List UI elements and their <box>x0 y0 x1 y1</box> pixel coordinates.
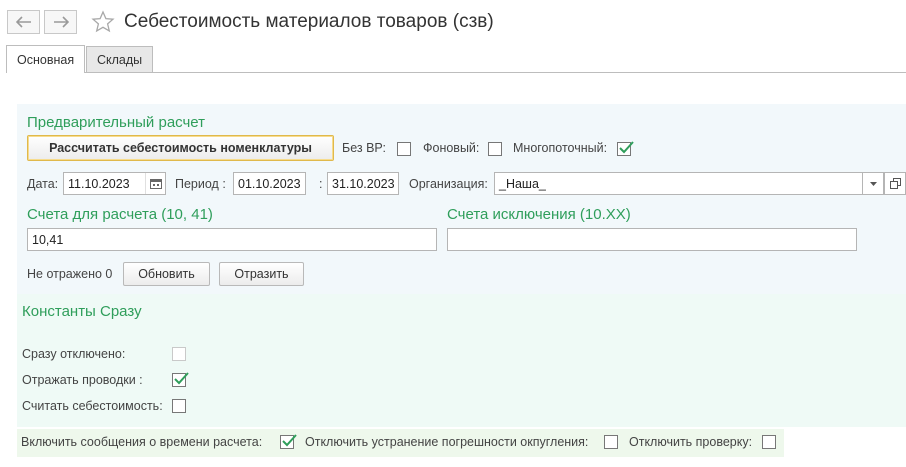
chevron-down-icon <box>869 181 877 186</box>
disable-check-checkbox[interactable] <box>762 435 776 449</box>
page-title: Себестоимость материалов товаров (сзв) <box>124 11 494 32</box>
calendar-icon[interactable] <box>145 173 165 194</box>
organization-field[interactable]: _Наша_ <box>494 172 863 195</box>
messages-checkbox[interactable] <box>280 434 297 449</box>
calc-cost-button[interactable]: Рассчитать себестоимость номенклатуры <box>27 135 334 161</box>
exclusions-input[interactable] <box>447 228 857 251</box>
multithread-label: Многопоточный: <box>513 141 608 155</box>
arrow-right-icon <box>53 16 69 28</box>
multithread-checkbox[interactable] <box>617 141 634 156</box>
prelim-calc-title: Предварительный расчет <box>27 114 206 131</box>
reflect-button[interactable]: Отразить <box>219 262 304 286</box>
calculate-cost-label: Считать себестоимость: <box>22 399 163 413</box>
exclusions-title: Счета исключения (10.ХХ) <box>447 206 631 223</box>
period-from-field[interactable]: 01.10.2023 <box>233 172 306 195</box>
date-field[interactable]: 11.10.2023 <box>63 172 166 195</box>
date-value: 11.10.2023 <box>68 176 130 191</box>
checkmark-icon <box>282 434 297 447</box>
immediate-disabled-checkbox[interactable] <box>172 347 186 361</box>
period-from-value: 01.10.2023 <box>238 176 301 191</box>
arrow-left-icon <box>15 16 31 28</box>
rounding-checkbox[interactable] <box>604 435 618 449</box>
immediate-disabled-label: Сразу отключено: <box>22 347 126 361</box>
background-checkbox[interactable] <box>488 142 502 156</box>
organization-label: Организация: <box>409 177 488 191</box>
messages-label: Включить сообщения о времени расчета: <box>21 435 263 449</box>
back-button[interactable] <box>7 10 40 34</box>
constants-title: Константы Сразу <box>22 303 142 320</box>
date-label: Дата: <box>27 177 59 191</box>
background-label: Фоновый: <box>423 141 480 155</box>
period-to-value: 31.10.2023 <box>332 176 395 191</box>
disable-check-label: Отключить проверку: <box>629 435 753 449</box>
rounding-label: Отключить устранение погрешности окпугле… <box>305 435 589 449</box>
checkmark-icon <box>619 141 634 154</box>
favorite-star-icon[interactable] <box>91 10 115 37</box>
calculate-cost-checkbox[interactable] <box>172 399 186 413</box>
no-vr-checkbox[interactable] <box>397 142 411 156</box>
period-separator: : <box>319 177 323 191</box>
period-to-field[interactable]: 31.10.2023 <box>327 172 399 195</box>
reflect-postings-checkbox[interactable] <box>172 372 189 387</box>
accounts-input[interactable]: 10,41 <box>27 228 437 251</box>
accounts-value: 10,41 <box>32 232 64 247</box>
reflect-postings-label: Отражать проводки : <box>22 373 143 387</box>
tab-main[interactable]: Основная <box>6 45 86 73</box>
organization-value: _Наша_ <box>499 176 546 191</box>
checkmark-icon <box>174 372 189 385</box>
period-label: Период : <box>175 177 226 191</box>
not-reflected-status: Не отражено 0 <box>27 267 113 281</box>
organization-dropdown-button[interactable] <box>862 172 884 195</box>
forward-button[interactable] <box>44 10 77 34</box>
refresh-button[interactable]: Обновить <box>123 262 210 286</box>
accounts-title: Счета для расчета (10, 41) <box>27 206 213 223</box>
no-vr-label: Без ВР: <box>342 141 386 155</box>
organization-open-button[interactable] <box>884 172 906 195</box>
open-window-icon <box>889 178 901 189</box>
tabs-divider <box>6 72 906 73</box>
tab-warehouses[interactable]: Склады <box>86 46 154 72</box>
